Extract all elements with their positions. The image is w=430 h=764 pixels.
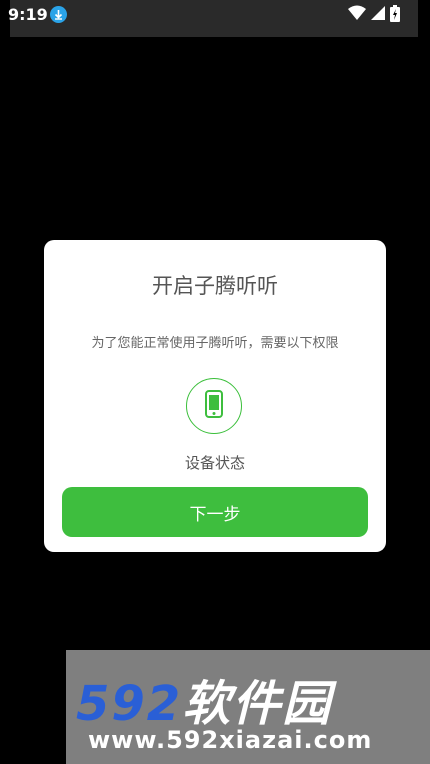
watermark-brand-number: 592 [76,676,183,732]
permission-dialog: 开启子腾听听 为了您能正常使用子腾听听，需要以下权限 设备状态 下一步 [44,240,386,552]
permission-label: 设备状态 [184,454,245,472]
status-icons [348,5,400,26]
watermark-url: www.592xiazai.com [88,726,373,754]
device-status-permission [186,378,242,434]
next-step-button[interactable]: 下一步 [62,487,368,537]
dialog-subtitle: 为了您能正常使用子腾听听，需要以下权限 [91,336,339,351]
download-icon [50,6,67,23]
watermark-brand-text: 软件园 [182,676,333,732]
dialog-title: 开启子腾听听 [152,274,278,298]
battery-icon [390,5,400,26]
watermark-banner: 592软件园 www.592xiazai.com [66,650,430,764]
status-bar: 9:19 [0,0,430,37]
wifi-icon [348,5,366,26]
status-time: 9:19 [8,5,48,24]
watermark-brand: 592软件园 [76,664,332,734]
signal-icon [370,5,386,26]
phone-icon [205,390,223,422]
